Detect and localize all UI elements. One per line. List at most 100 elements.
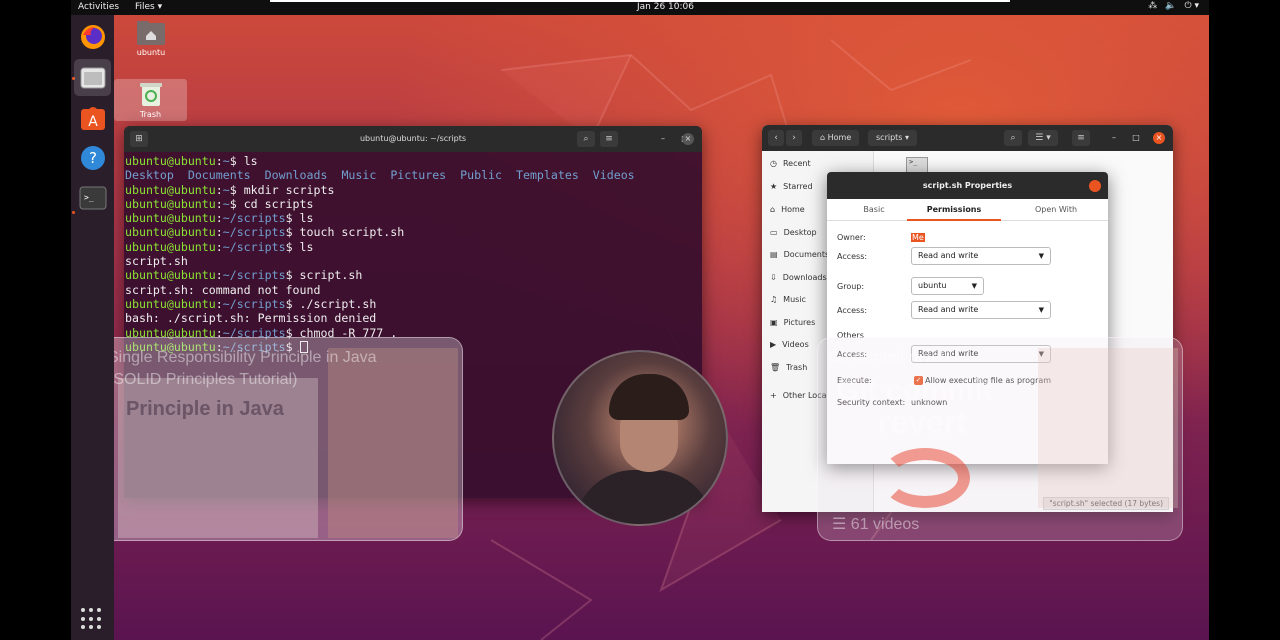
files-headerbar[interactable]: ‹ › ⌂ Home scripts ▾ ⌕ ☰ ▾ ≡ – □ ×: [762, 125, 1173, 151]
sidebar-item-music[interactable]: ♫ Music: [770, 295, 806, 304]
dock-software[interactable]: A: [78, 103, 108, 133]
directory-entry: Downloads: [264, 168, 328, 183]
group-access-value: Read and write: [918, 305, 979, 314]
breadcrumb-home[interactable]: ⌂ Home: [812, 130, 860, 146]
video-title-line-1: Single Responsibility Principle in Java: [108, 349, 377, 366]
folder-icon: ▭: [770, 228, 778, 237]
search-icon[interactable]: ⌕: [577, 131, 595, 147]
sidebar-item-label: Trash: [786, 363, 808, 372]
clock[interactable]: Jan 26 10:06: [637, 2, 694, 12]
home-folder-icon: [137, 21, 165, 45]
maximize-icon[interactable]: □: [1130, 132, 1142, 144]
breadcrumb-scripts[interactable]: scripts ▾: [868, 130, 918, 146]
show-applications-icon[interactable]: [81, 608, 103, 630]
sidebar-item-videos[interactable]: ▶ Videos: [770, 340, 809, 349]
tab-open-with[interactable]: Open With: [1009, 205, 1103, 214]
system-tray[interactable]: ⁂ 🔈 ⏻ ▾: [1148, 1, 1199, 11]
directory-entry: Desktop: [125, 168, 174, 183]
video-endcard-right[interactable]: Git commit revert Git commit revert ☰ 61…: [817, 337, 1183, 541]
group-value: ubuntu: [918, 281, 947, 290]
video-progress-bar: [270, 0, 1010, 2]
sidebar-item-home[interactable]: ⌂ Home: [770, 205, 805, 214]
playlist-count-label: 61 videos: [850, 516, 920, 533]
activities-button[interactable]: Activities: [78, 2, 119, 12]
command-text: ls: [299, 211, 314, 226]
terminal-output[interactable]: ubuntu@ubuntu:~$ ls Desktop Documents Dow…: [124, 152, 702, 356]
prompt-path: ~/scripts: [222, 239, 286, 254]
prompt-path: ~: [222, 182, 230, 197]
home-icon: ⌂: [770, 205, 776, 214]
owner-value: Me: [911, 233, 925, 242]
terminal-line: ubuntu@ubuntu:~/scripts$ ls: [125, 211, 314, 226]
sidebar-item-label: Starred: [783, 182, 813, 191]
menu-icon[interactable]: ≡: [1072, 130, 1090, 146]
sidebar-item-desktop[interactable]: ▭ Desktop: [770, 228, 817, 237]
playlist-icon: ☰: [832, 516, 851, 533]
script-file-icon[interactable]: >_: [906, 157, 928, 173]
view-options-icon[interactable]: ☰ ▾: [1028, 130, 1058, 146]
minimize-icon[interactable]: –: [657, 133, 669, 145]
sidebar-item-downloads[interactable]: ⇩ Downloads: [770, 273, 827, 282]
sidebar-item-trash[interactable]: 🗑 Trash: [770, 363, 807, 372]
app-menu-files[interactable]: Files ▾: [135, 2, 162, 12]
group-select[interactable]: ubuntu ▼: [911, 277, 984, 295]
svg-text:?: ?: [89, 149, 97, 167]
minimize-icon[interactable]: –: [1108, 132, 1120, 144]
prompt-user: ubuntu@ubuntu: [125, 225, 216, 240]
terminal-line: Desktop Documents Downloads Music Pictur…: [125, 168, 701, 182]
chevron-down-icon: ▼: [971, 282, 977, 290]
terminal-titlebar[interactable]: ⊞ ubuntu@ubuntu: ~/scripts ⌕ ≡ – □ ×: [124, 126, 702, 152]
power-icon: ⏻ ▾: [1184, 1, 1200, 11]
properties-tabs: Basic Permissions Open With: [827, 199, 1108, 221]
directory-entry: Videos: [592, 168, 635, 183]
desktop-trash-label: Trash: [139, 110, 162, 119]
back-icon[interactable]: ‹: [768, 130, 784, 146]
search-icon[interactable]: ⌕: [1004, 130, 1022, 146]
dock-firefox[interactable]: [78, 22, 108, 52]
dock-files[interactable]: [74, 59, 111, 96]
download-icon: ⇩: [770, 273, 777, 282]
prompt-path: ~/scripts: [222, 225, 286, 240]
desktop-trash-icon[interactable]: Trash: [114, 79, 187, 121]
owner-access-select[interactable]: Read and write ▼: [911, 247, 1051, 265]
presenter-thumbnail: [1038, 348, 1178, 508]
files-icon: [80, 67, 105, 88]
menu-icon[interactable]: ≡: [600, 131, 618, 147]
prompt-user: ubuntu@ubuntu: [125, 154, 216, 168]
forward-icon[interactable]: ›: [786, 130, 802, 146]
desktop-home-icon[interactable]: ubuntu: [128, 20, 174, 57]
terminal-line: ubuntu@ubuntu:~/scripts$ ./script.sh: [125, 296, 377, 311]
tab-permissions[interactable]: Permissions: [907, 205, 1001, 221]
thumbnail-heading: Principle in Java: [126, 398, 284, 420]
video-endcard-left[interactable]: Single Responsibility Principle in Java …: [97, 337, 463, 541]
top-bar: Activities Files ▾ Jan 26 10:06 ⁂ 🔈 ⏻ ▾: [71, 0, 1209, 15]
group-label: Group:: [837, 282, 865, 291]
sidebar-item-label: Music: [783, 295, 806, 304]
properties-titlebar[interactable]: script.sh Properties: [827, 172, 1108, 199]
close-icon[interactable]: ×: [1153, 132, 1165, 144]
trash-icon: [139, 83, 162, 106]
terminal-line: ubuntu@ubuntu:~$ ls: [125, 154, 258, 168]
plus-icon: +: [770, 391, 777, 400]
presenter-thumbnail: [328, 348, 458, 538]
sidebar-item-label: Downloads: [782, 273, 827, 282]
desktop-home-label: ubuntu: [136, 48, 166, 57]
star-icon: ★: [770, 182, 778, 191]
sidebar-item-documents[interactable]: ▤ Documents: [770, 250, 829, 259]
close-icon[interactable]: ×: [682, 133, 694, 145]
dock-terminal[interactable]: >_: [78, 183, 108, 213]
volume-icon: 🔈: [1165, 1, 1177, 11]
close-icon[interactable]: [1089, 180, 1101, 192]
dock-help[interactable]: ?: [78, 143, 108, 173]
terminal-line: ubuntu@ubuntu:~/scripts$ ls: [125, 239, 314, 254]
dock: A ? >_: [71, 15, 114, 640]
prompt-path: ~/scripts: [222, 268, 286, 283]
sidebar-item-pictures[interactable]: ▣ Pictures: [770, 318, 815, 327]
prompt-user: ubuntu@ubuntu: [125, 196, 216, 211]
properties-title: script.sh Properties: [922, 181, 1013, 190]
thumbnail-heading-2: revert: [878, 404, 967, 440]
sidebar-item-starred[interactable]: ★ Starred: [770, 182, 813, 191]
sidebar-item-recent[interactable]: ◷ Recent: [770, 159, 811, 168]
group-access-select[interactable]: Read and write ▼: [911, 301, 1051, 319]
chevron-down-icon: ▼: [1038, 306, 1044, 314]
